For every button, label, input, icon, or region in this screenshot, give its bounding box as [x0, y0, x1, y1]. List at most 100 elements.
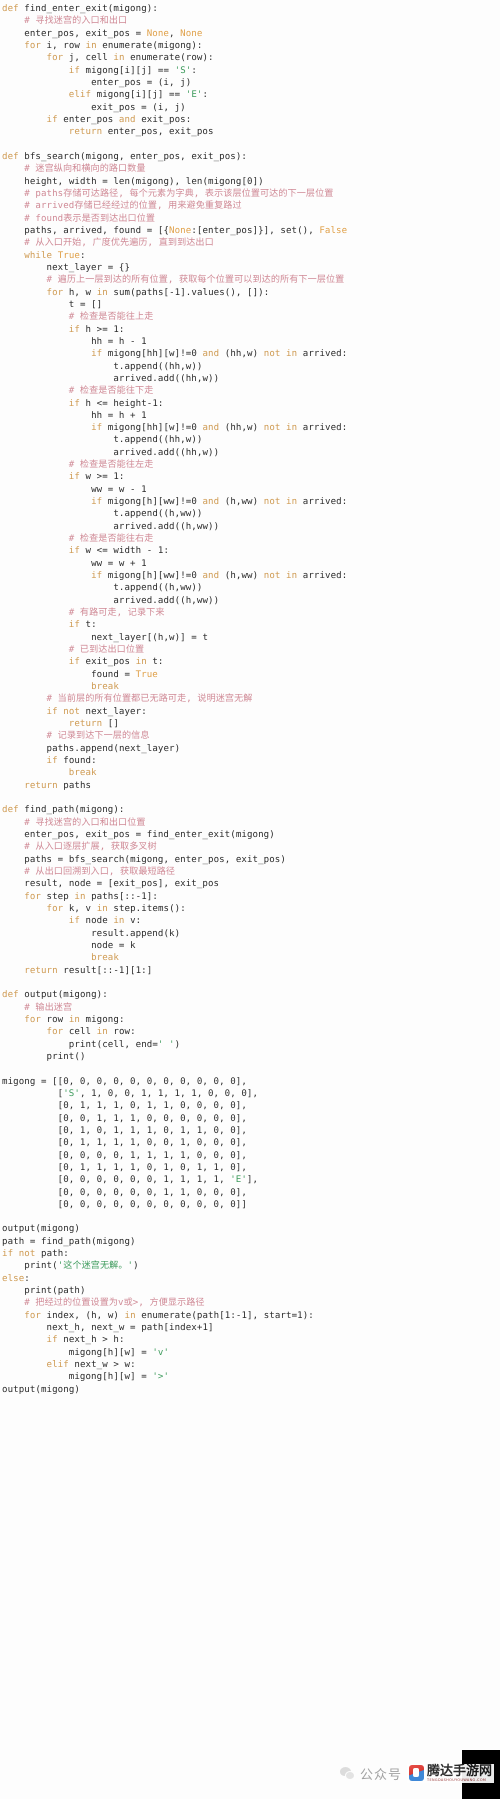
code-line: # 寻找迷宫的入口和出口 — [24, 16, 128, 27]
code-line: return enter_pos, exit_pos — [68, 127, 214, 138]
code-line: def find_path(migong): — [2, 805, 125, 816]
code-line: hh = h + 1 — [91, 410, 147, 421]
code-line: # 检查是否能往左走 — [68, 460, 154, 471]
code-line: if w >= 1: — [68, 472, 125, 483]
code-line: arrived.add((hh,w)) — [113, 447, 220, 458]
code-line: node = k — [91, 940, 136, 951]
code-line: arrived.add((h,ww)) — [113, 595, 220, 606]
code-line: # found表示是否到达出口位置 — [24, 213, 156, 224]
code-line: t = [] — [68, 299, 103, 310]
code-line: print('这个迷宫无解。') — [24, 1261, 139, 1272]
code-line: # 从出口回溯到入口, 获取最短路径 — [24, 866, 176, 877]
code-line: if t: — [68, 620, 97, 631]
code-line: paths = bfs_search(migong, enter_pos, ex… — [24, 854, 286, 865]
code-line: t.append((h,ww)) — [113, 583, 203, 594]
code-line: arrived.add((h,ww)) — [113, 521, 220, 532]
code-line: return paths — [24, 780, 92, 791]
code-line: for h, w in sum(paths[-1].values(), []): — [46, 287, 270, 298]
code-line: [0, 0, 1, 1, 1, 0, 0, 0, 0, 0, 0], — [2, 1113, 247, 1124]
code-line: for i, row in enumerate(migong): — [24, 40, 203, 51]
code-line: [0, 1, 1, 1, 1, 0, 0, 1, 0, 0, 0], — [2, 1138, 247, 1149]
code-line: if node in v: — [68, 916, 142, 927]
code-line: # paths存储可达路径, 每个元素为字典, 表示该层位置可达的下一层位置 — [24, 188, 334, 199]
code-line: # 当前层的所有位置都已无路可走, 说明迷宫无解 — [46, 694, 253, 705]
code-line: result.append(k) — [91, 928, 181, 939]
code-line: migong[h][w] = '>' — [68, 1372, 170, 1383]
code-line: # 输出迷宫 — [24, 1002, 73, 1013]
code-line: # 已到达出口位置 — [68, 645, 145, 656]
code-line: next_layer[(h,w)] = t — [91, 632, 209, 643]
code-line: # 记录到达下一层的信息 — [46, 731, 150, 742]
code-line: height, width = len(migong), len(migong[… — [24, 176, 264, 187]
code-line: elif next_w > w: — [46, 1360, 136, 1371]
watermark-gongzhonghao-label: 公众号 — [359, 1767, 402, 1783]
code-line: if h >= 1: — [68, 324, 125, 335]
code-line: else: — [2, 1273, 30, 1284]
code-line: def find_enter_exit(migong): — [2, 4, 158, 14]
code-line: hh = h - 1 — [91, 336, 147, 347]
code-line: paths, arrived, found = [{None:[enter_po… — [24, 225, 348, 236]
code-line: for cell in row: — [46, 1027, 136, 1038]
code-line: # 把经过的位置设置为v或>, 方便显示路径 — [24, 1298, 205, 1309]
code-line: while True: — [24, 250, 86, 261]
black-corner-overlay — [462, 1750, 500, 1799]
code-line: if migong[h][ww]!=0 and (h,ww) not in ar… — [91, 497, 348, 508]
code-line: # 从入口逐层扩展, 获取多叉树 — [24, 842, 157, 853]
code-line: if h <= height-1: — [68, 398, 164, 409]
code-line: [0, 1, 1, 1, 1, 0, 1, 0, 1, 1, 0], — [2, 1162, 247, 1173]
code-line: [0, 0, 0, 0, 1, 1, 1, 1, 0, 0, 0], — [2, 1150, 247, 1161]
code-line: # 迷宫纵向和横向的路口数量 — [24, 164, 146, 175]
code-line: for k, v in step.items(): — [46, 903, 186, 914]
code-line: break — [91, 682, 119, 693]
code-line: found = True — [91, 669, 158, 680]
code-line: if exit_pos in t: — [68, 657, 164, 668]
code-line: if w <= width - 1: — [68, 546, 170, 557]
code-line: # 检查是否能往上走 — [68, 312, 154, 323]
code-line: # 检查是否能往右走 — [68, 534, 154, 545]
code-line: ww = w - 1 — [91, 484, 147, 495]
code-line: paths.append(next_layer) — [46, 743, 181, 754]
code-line: output(migong) — [2, 1384, 80, 1395]
code-line: for row in migong: — [24, 1014, 125, 1025]
code-line: break — [91, 953, 119, 964]
code-line: # 从入口开始, 广度优先遍历, 直到到达出口 — [24, 238, 214, 249]
code-line: for j, cell in enumerate(row): — [46, 53, 214, 64]
code-line: print(path) — [24, 1286, 86, 1297]
code-line: if migong[hh][w]!=0 and (hh,w) not in ar… — [91, 349, 348, 360]
wechat-icon — [339, 1766, 355, 1780]
code-line: # 检查是否能往下走 — [68, 386, 154, 397]
code-line: # 寻找迷宫的入口和出口位置 — [24, 817, 146, 828]
code-line: [0, 0, 0, 0, 0, 0, 0, 0, 0, 0, 0]] — [2, 1199, 247, 1210]
code-line: path = find_path(migong) — [2, 1236, 136, 1247]
code-line: [0, 0, 0, 0, 0, 0, 1, 1, 1, 1, 'E'], — [2, 1175, 259, 1186]
code-line: ['S', 1, 0, 0, 1, 1, 1, 1, 0, 0, 0], — [2, 1088, 259, 1099]
code-line: exit_pos = (i, j) — [91, 102, 186, 113]
code-line: def output(migong): — [2, 990, 108, 1001]
code-line: for index, (h, w) in enumerate(path[1:-1… — [24, 1310, 314, 1321]
code-line: for step in paths[::-1]: — [24, 891, 158, 902]
code-line: next_layer = {} — [46, 262, 131, 273]
code-line: print(cell, end=' ') — [68, 1039, 181, 1050]
code-line: if next_h > h: — [46, 1335, 125, 1346]
code-line: elif migong[i][j] == 'E': — [68, 90, 209, 101]
code-line: migong[h][w] = 'v' — [68, 1347, 170, 1358]
code-line: break — [68, 768, 97, 779]
code-line: [0, 0, 0, 0, 0, 0, 1, 1, 0, 0, 0], — [2, 1187, 247, 1198]
code-line: t.append((h,ww)) — [113, 509, 203, 520]
code-block: def find_enter_exit(migong): # 寻找迷宫的入口和出… — [0, 0, 500, 1396]
code-line: if migong[i][j] == 'S': — [68, 65, 197, 76]
code-line: if migong[h][ww]!=0 and (h,ww) not in ar… — [91, 571, 348, 582]
code-line: if found: — [46, 756, 97, 767]
code-line: def bfs_search(migong, enter_pos, exit_p… — [2, 151, 247, 162]
code-line: if not path: — [2, 1249, 69, 1260]
code-line: # arrived存储已经经过的位置, 用来避免重复路过 — [24, 201, 242, 212]
code-line: arrived.add((hh,w)) — [113, 373, 220, 384]
code-line: [0, 1, 1, 1, 0, 1, 1, 0, 0, 0, 0], — [2, 1101, 247, 1112]
code-line: enter_pos, exit_pos = None, None — [24, 28, 203, 39]
code-line: t.append((hh,w)) — [113, 435, 203, 446]
code-line: return result[::-1][1:] — [24, 965, 153, 976]
